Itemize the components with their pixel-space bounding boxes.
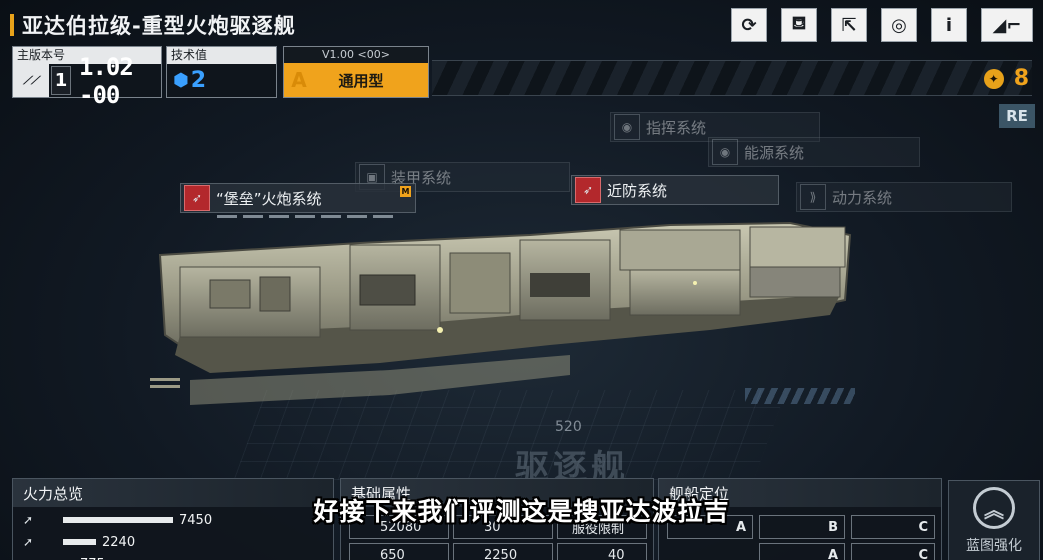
title-bar: 亚达伯拉级-重型火炮驱逐舰 [10, 10, 296, 40]
close-defense-icon: ➶ [575, 177, 601, 203]
rating-value: 8 [1013, 66, 1029, 91]
position-grade: A [827, 547, 838, 560]
firepower-value: 2240 [102, 534, 136, 550]
rating: ✦ 8 [983, 66, 1029, 91]
system-dash [217, 215, 397, 218]
type-box[interactable]: V1.00 <00> A 通用型 [283, 46, 429, 98]
top-toolbar: ⟳ ⛾ ⇱ ◎ i ◢⌐ [731, 8, 1033, 42]
back-icon[interactable]: ◢⌐ [981, 8, 1033, 42]
ship-title: 亚达伯拉级-重型火炮驱逐舰 [22, 14, 296, 38]
tech-box: 技术值 ⬢ 2 [166, 46, 277, 98]
system-fortress-cannon[interactable]: ➶ “堡垒”火炮系统 M [180, 183, 416, 218]
title-accent [10, 14, 14, 36]
system-label: 能源系统 [744, 143, 805, 162]
re-button[interactable]: RE [999, 104, 1035, 128]
propulsion-system-icon: ⟫ [800, 184, 826, 210]
ship-class-icon: ⟋⟋ [13, 64, 49, 97]
ship-model[interactable] [150, 205, 860, 425]
blueprint-label: 蓝图强化 [966, 538, 1022, 554]
energy-system-icon: ◉ [712, 139, 738, 165]
paint-icon[interactable]: ⛾ [781, 8, 817, 42]
system-badge: M [400, 186, 411, 197]
system-label: 动力系统 [832, 188, 893, 207]
tech-value: 2 [190, 68, 207, 93]
system-label: “堡垒”火炮系统 [216, 189, 322, 208]
weapon-icon: ➚ [23, 535, 34, 549]
type-letter: A [291, 68, 307, 92]
tech-icon: ⬢ [173, 70, 189, 91]
position-cell: C [851, 543, 935, 560]
type-name: 通用型 [338, 71, 384, 90]
tech-label: 技术值 [167, 47, 276, 64]
cannon-system-icon: ➶ [184, 185, 210, 211]
position-cell: A [759, 543, 845, 560]
version-badge: 1 [51, 66, 71, 95]
system-close-defense[interactable]: ➶ 近防系统 [571, 175, 779, 205]
info-icon-label: i [945, 14, 953, 36]
firepower-row: ➚ 2240 [13, 533, 333, 551]
info-icon[interactable]: i [931, 8, 967, 42]
firepower-bar [63, 539, 96, 545]
firepower-row: ➚ 775 [13, 555, 333, 560]
rating-icon: ✦ [983, 68, 1004, 89]
refresh-icon[interactable]: ⟳ [731, 8, 767, 42]
attribute-cell: 40 [557, 543, 647, 560]
system-label: 指挥系统 [646, 118, 707, 137]
system-label: 近防系统 [607, 181, 668, 200]
position-grade: C [918, 547, 928, 560]
system-energy[interactable]: ◉ 能源系统 [708, 137, 920, 167]
command-system-icon: ◉ [614, 114, 640, 140]
attribute-cell: 2250 [453, 543, 553, 560]
attribute-value: 40 [608, 547, 625, 560]
version-value: 1.02 -00 [79, 52, 134, 109]
firepower-value: 775 [80, 557, 105, 560]
video-subtitle: 好接下来我们评测这是搜亚达波拉吉 [313, 497, 730, 526]
system-propulsion[interactable]: ⟫ 动力系统 [796, 182, 1012, 212]
version-box: 主版本号 ⟋⟋ 1 1.02 -00 [12, 46, 162, 109]
game-screen: 亚达伯拉级-重型火炮驱逐舰 ⟳ ⛾ ⇱ ◎ i ◢⌐ 主版本号 ⟋⟋ 1 1.0… [0, 0, 1043, 560]
attribute-value: 2250 [484, 547, 518, 560]
attribute-value: 650 [380, 547, 405, 560]
type-version: V1.00 <00> [284, 47, 428, 63]
scan-icon[interactable]: ◎ [881, 8, 917, 42]
share-icon[interactable]: ⇱ [831, 8, 867, 42]
attribute-cell: 650 [349, 543, 449, 560]
header-stripe-band [432, 60, 1032, 96]
